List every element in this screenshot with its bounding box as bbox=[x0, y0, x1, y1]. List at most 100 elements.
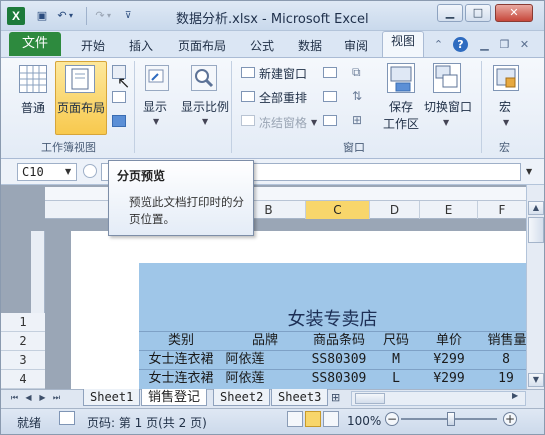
tab-page-layout[interactable]: 页面布局 bbox=[178, 37, 226, 54]
freeze-dropdown-icon: ▼ bbox=[311, 118, 318, 127]
customize-qat-icon[interactable]: ⊽ bbox=[121, 9, 135, 23]
first-sheet-icon[interactable]: ⏮ bbox=[9, 392, 20, 404]
tab-insert[interactable]: 插入 bbox=[129, 37, 153, 54]
sheet-tab-sales-log[interactable]: 销售登记 bbox=[141, 389, 208, 406]
tab-file[interactable]: 文件 bbox=[9, 32, 61, 56]
vertical-scroll-thumb[interactable] bbox=[528, 217, 544, 243]
maximize-button[interactable]: □ bbox=[465, 4, 491, 22]
sheet-tab-sheet3[interactable]: Sheet3 bbox=[271, 389, 329, 406]
column-header-c[interactable]: C bbox=[305, 201, 369, 219]
doc-close-icon[interactable]: ✕ bbox=[517, 37, 532, 52]
row-header-4[interactable]: 4 bbox=[1, 370, 45, 389]
arrange-all-icon bbox=[241, 91, 255, 102]
insert-sheet-icon[interactable]: ⊞ bbox=[331, 391, 340, 404]
custom-views-icon[interactable] bbox=[112, 91, 126, 103]
scroll-right-icon[interactable]: ▶ bbox=[512, 391, 518, 400]
column-header-d[interactable]: D bbox=[369, 201, 419, 219]
tab-data[interactable]: 数据 bbox=[298, 37, 322, 54]
function-circle-icon[interactable] bbox=[83, 164, 97, 178]
table-cell[interactable]: 阿依莲 bbox=[223, 369, 267, 388]
zoom-in-button[interactable]: + bbox=[503, 412, 517, 426]
horizontal-scroll-thumb[interactable] bbox=[355, 393, 385, 404]
sheet-tab-sheet2[interactable]: Sheet2 bbox=[213, 389, 271, 406]
hide-icon[interactable] bbox=[323, 91, 337, 102]
zoom-out-button[interactable]: − bbox=[385, 412, 399, 426]
table-cell[interactable]: 女士连衣裙 bbox=[139, 350, 223, 369]
macros-icon bbox=[493, 65, 519, 91]
column-header-f[interactable]: F bbox=[477, 201, 526, 219]
table-cell[interactable]: L bbox=[371, 369, 421, 388]
next-sheet-icon[interactable]: ▶ bbox=[37, 392, 48, 404]
header-cell-barcode[interactable]: 商品条码 bbox=[307, 331, 371, 350]
save-icon[interactable]: ▣ bbox=[35, 9, 49, 23]
minimize-button[interactable]: ▁ bbox=[437, 4, 463, 22]
unhide-icon[interactable] bbox=[323, 115, 337, 126]
zoom-dropdown-icon: ▼ bbox=[202, 117, 209, 126]
vertical-scrollbar[interactable] bbox=[526, 185, 544, 389]
table-cell[interactable]: SS80309 bbox=[307, 350, 371, 369]
switch-windows-dropdown-icon: ▼ bbox=[443, 118, 450, 127]
save-workspace-label-1[interactable]: 保存 bbox=[389, 98, 413, 115]
view-side-by-side-icon[interactable]: ⧉ bbox=[352, 65, 361, 80]
page-layout-status-icon[interactable] bbox=[305, 411, 321, 427]
store-title[interactable]: 女装专卖店 bbox=[139, 305, 526, 331]
name-box-dropdown-icon[interactable]: ▼ bbox=[65, 167, 71, 176]
header-cell-price[interactable]: 单价 bbox=[421, 331, 477, 350]
tab-view[interactable]: 视图 bbox=[382, 31, 424, 58]
macros-button[interactable]: 宏 bbox=[499, 98, 511, 115]
save-workspace-label-2[interactable]: 工作区 bbox=[383, 115, 419, 132]
arrange-all-button[interactable]: 全部重排 bbox=[259, 89, 307, 106]
help-icon[interactable]: ? bbox=[453, 37, 468, 52]
doc-minimize-icon[interactable]: ▁ bbox=[477, 37, 492, 52]
redo-dropdown-icon[interactable]: ▾ bbox=[105, 9, 113, 23]
tab-review[interactable]: 审阅 bbox=[344, 37, 368, 54]
normal-view-button[interactable]: 普通 bbox=[21, 99, 45, 116]
show-dropdown-icon: ▼ bbox=[153, 117, 160, 126]
mouse-cursor-icon: ↖ bbox=[117, 73, 131, 92]
macros-dropdown-icon: ▼ bbox=[503, 118, 510, 127]
scroll-up-button[interactable]: ▲ bbox=[528, 201, 544, 215]
prev-sheet-icon[interactable]: ◀ bbox=[23, 392, 34, 404]
zoom-slider-thumb[interactable] bbox=[447, 412, 455, 426]
macro-record-icon[interactable] bbox=[59, 411, 75, 425]
scroll-down-button[interactable]: ▼ bbox=[528, 373, 544, 387]
excel-icon[interactable]: X bbox=[7, 7, 25, 25]
show-button[interactable]: 显示 bbox=[143, 98, 167, 115]
tooltip-body-line-2: 页位置。 bbox=[129, 212, 175, 226]
tab-home[interactable]: 开始 bbox=[81, 37, 105, 54]
table-cell[interactable]: 女士连衣裙 bbox=[139, 369, 223, 388]
row-header-2[interactable]: 2 bbox=[1, 332, 45, 351]
table-cell[interactable]: SS80309 bbox=[307, 369, 371, 388]
undo-dropdown-icon[interactable]: ▾ bbox=[67, 9, 75, 23]
header-cell-brand[interactable]: 品牌 bbox=[223, 331, 307, 350]
row-header-1[interactable]: 1 bbox=[1, 313, 45, 332]
reset-window-position-icon[interactable]: ⊞ bbox=[352, 113, 362, 127]
group-separator bbox=[231, 61, 232, 153]
minimize-ribbon-icon[interactable]: ⌃ bbox=[431, 37, 446, 52]
tab-formulas[interactable]: 公式 bbox=[250, 37, 274, 54]
expand-formula-icon[interactable]: ▼ bbox=[526, 167, 532, 176]
column-header-e[interactable]: E bbox=[419, 201, 477, 219]
zoom-button[interactable]: 显示比例 bbox=[181, 98, 229, 115]
zoom-level[interactable]: 100% bbox=[347, 414, 381, 428]
table-cell[interactable]: ¥299 bbox=[421, 369, 477, 388]
table-cell[interactable]: M bbox=[371, 350, 421, 369]
page-break-status-icon[interactable] bbox=[323, 411, 339, 427]
full-screen-icon[interactable] bbox=[112, 115, 126, 127]
table-cell[interactable]: ¥299 bbox=[421, 350, 477, 369]
freeze-panes-button[interactable]: 冻结窗格 bbox=[259, 114, 307, 131]
switch-windows-button[interactable]: 切换窗口 bbox=[424, 98, 472, 115]
last-sheet-icon[interactable]: ⏭ bbox=[51, 392, 62, 404]
table-cell[interactable]: 阿依莲 bbox=[223, 350, 267, 369]
close-button[interactable]: ✕ bbox=[495, 4, 533, 22]
normal-view-status-icon[interactable] bbox=[287, 411, 303, 427]
row-header-3[interactable]: 3 bbox=[1, 351, 45, 370]
show-icon bbox=[145, 65, 169, 91]
sheet-tab-sheet1[interactable]: Sheet1 bbox=[83, 389, 141, 406]
new-window-button[interactable]: 新建窗口 bbox=[259, 65, 307, 82]
doc-restore-icon[interactable]: ❐ bbox=[497, 37, 512, 52]
split-icon[interactable] bbox=[323, 67, 337, 78]
header-cell-category[interactable]: 类别 bbox=[139, 331, 223, 350]
sync-scrolling-icon[interactable]: ⇅ bbox=[352, 89, 362, 103]
header-cell-size[interactable]: 尺码 bbox=[371, 331, 421, 350]
